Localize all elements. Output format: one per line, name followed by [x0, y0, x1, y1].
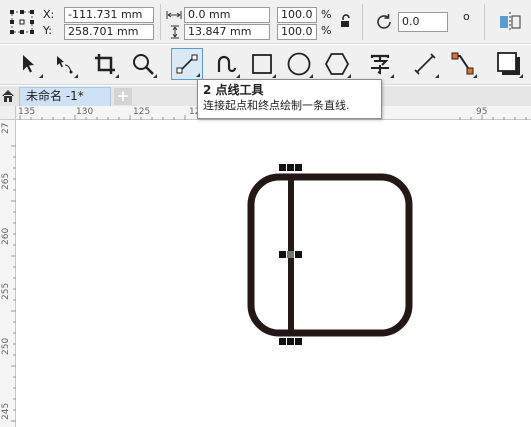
- text-icon: [370, 54, 390, 75]
- degree-label: o: [463, 10, 470, 23]
- scale-y-field[interactable]: 100.0: [277, 24, 317, 40]
- ruler-corner[interactable]: [0, 106, 16, 120]
- magnifier-icon: [133, 54, 154, 75]
- two-point-line-tool[interactable]: [171, 48, 203, 80]
- mirror-icon[interactable]: [498, 10, 522, 34]
- scale-x-unit: %: [321, 8, 332, 21]
- flyout-indicator: [236, 74, 240, 78]
- brush-curve-icon: [217, 55, 237, 73]
- separator: [160, 4, 161, 40]
- tool-tooltip: 2 点线工具 连接起点和终点绘制一条直线.: [197, 79, 382, 119]
- shape-edit-icon: [57, 56, 73, 74]
- drop-shadow-tool[interactable]: [493, 48, 525, 80]
- add-tab-button[interactable]: +: [114, 88, 132, 105]
- width-field[interactable]: 0.0 mm: [184, 7, 270, 23]
- rectangle-tool[interactable]: [246, 48, 278, 80]
- drawing-canvas[interactable]: [17, 121, 531, 427]
- flyout-indicator: [39, 74, 43, 78]
- property-bar: X: Y: -111.731 mm 258.701 mm 0.0 mm 13.8…: [0, 0, 531, 44]
- lock-ratio-icon[interactable]: [340, 14, 352, 28]
- y-label: Y:: [43, 24, 52, 37]
- tooltip-title: 2 点线工具: [203, 83, 264, 97]
- ruler-label: 95: [476, 107, 488, 117]
- flyout-indicator: [272, 74, 276, 78]
- y-position-field[interactable]: 258.701 mm: [64, 24, 154, 40]
- flyout-indicator: [309, 74, 313, 78]
- rotate-icon: [374, 12, 394, 32]
- flyout-indicator: [115, 74, 119, 78]
- rotation-field[interactable]: 0.0: [398, 12, 448, 32]
- ruler-label: 250: [1, 337, 11, 355]
- flyout-indicator: [473, 74, 477, 78]
- crop-tool[interactable]: [89, 48, 121, 80]
- artistic-media-tool[interactable]: [210, 48, 242, 80]
- document-tab[interactable]: 未命名 -1*: [19, 87, 111, 106]
- flyout-indicator: [74, 74, 78, 78]
- pointer-icon: [23, 55, 34, 73]
- x-position-field[interactable]: -111.731 mm: [64, 7, 154, 23]
- ruler-label: 130: [76, 107, 94, 117]
- rectangle-icon: [252, 54, 272, 74]
- ruler-ticks: [11, 145, 16, 422]
- flyout-indicator: [519, 74, 523, 78]
- ruler-label: 27: [1, 122, 11, 134]
- flyout-indicator: [347, 74, 351, 78]
- ruler-label: 255: [1, 282, 11, 300]
- tooltip-description: 连接起点和终点绘制一条直线.: [203, 99, 350, 112]
- scale-x-field[interactable]: 100.0: [277, 7, 317, 23]
- flyout-indicator: [390, 74, 394, 78]
- flyout-indicator: [435, 74, 439, 78]
- ruler-label: 260: [1, 227, 11, 245]
- rounded-rectangle-shape[interactable]: [247, 173, 413, 337]
- ruler-label: 265: [1, 172, 11, 190]
- ellipse-tool[interactable]: [283, 48, 315, 80]
- scale-y-unit: %: [321, 24, 332, 37]
- dimension-tool[interactable]: [409, 48, 441, 80]
- vertical-ruler[interactable]: 27 265 260 255 250 245: [0, 106, 16, 427]
- reference-point-icon[interactable]: [9, 9, 35, 35]
- flyout-indicator: [196, 73, 200, 77]
- height-field[interactable]: 13.847 mm: [184, 24, 270, 40]
- dimension-icon: [414, 53, 436, 75]
- ruler-label: 125: [133, 107, 151, 117]
- home-icon[interactable]: [0, 86, 16, 106]
- connector-tool[interactable]: [447, 48, 479, 80]
- ruler-label: 245: [1, 402, 11, 420]
- height-icon: [170, 25, 180, 39]
- width-icon: [166, 10, 182, 20]
- shape-tool[interactable]: [48, 48, 80, 80]
- ruler-label: 135: [18, 107, 36, 117]
- separator: [362, 4, 363, 40]
- pick-tool[interactable]: [13, 48, 45, 80]
- flyout-indicator: [153, 74, 157, 78]
- crop-icon: [95, 54, 115, 74]
- text-tool[interactable]: [364, 48, 396, 80]
- x-label: X:: [43, 8, 55, 21]
- zoom-tool[interactable]: [127, 48, 159, 80]
- separator: [484, 4, 485, 40]
- polygon-tool[interactable]: [321, 48, 353, 80]
